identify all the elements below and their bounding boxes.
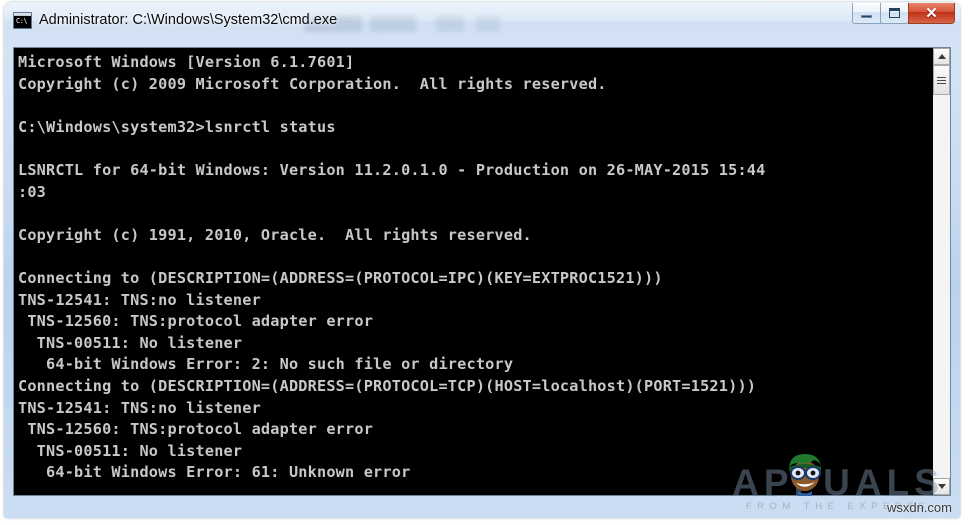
console-line: Copyright (c) 1991, 2010, Oracle. All ri… bbox=[18, 225, 532, 244]
watermark-site: wsxdn.com bbox=[886, 500, 952, 515]
console-client-area[interactable]: Microsoft Windows [Version 6.1.7601] Copy… bbox=[13, 47, 951, 496]
console-line: Copyright (c) 2009 Microsoft Corporation… bbox=[18, 74, 607, 93]
close-button[interactable]: ✕ bbox=[908, 3, 955, 24]
console-line: TNS-12560: TNS:protocol adapter error bbox=[18, 420, 374, 439]
console-output[interactable]: Microsoft Windows [Version 6.1.7601] Copy… bbox=[14, 48, 932, 495]
scrollbar-grip-icon bbox=[937, 76, 946, 84]
console-line: 64-bit Windows Error: 61: Unknown error bbox=[18, 463, 411, 482]
console-line: TNS-00511: No listener bbox=[18, 441, 243, 460]
console-line: TNS-00511: No listener bbox=[18, 333, 243, 352]
console-line: Connecting to (DESCRIPTION=(ADDRESS=(PRO… bbox=[18, 268, 663, 287]
cmd-icon-prompt-glyph: C:\ bbox=[16, 16, 28, 25]
scrollbar-down-button[interactable] bbox=[933, 478, 950, 495]
cmd-window: C:\ Administrator: C:\Windows\System32\c… bbox=[4, 2, 960, 518]
console-line: LSNRCTL for 64-bit Windows: Version 11.2… bbox=[18, 160, 766, 179]
minimize-button[interactable] bbox=[852, 3, 881, 24]
console-line: TNS-12541: TNS:no listener bbox=[18, 290, 261, 309]
scrollbar-thumb[interactable] bbox=[933, 65, 950, 95]
cmd-icon-titlebar bbox=[14, 12, 31, 16]
scrollbar-track[interactable] bbox=[933, 65, 950, 478]
console-line: 64-bit Windows Error: 2: No such file or… bbox=[18, 355, 514, 374]
scrollbar-up-button[interactable] bbox=[933, 48, 950, 65]
console-line: Microsoft Windows [Version 6.1.7601] bbox=[18, 53, 355, 71]
console-scrollbar[interactable] bbox=[932, 48, 950, 495]
console-line: TNS-12560: TNS:protocol adapter error bbox=[18, 312, 374, 331]
chevron-down-icon bbox=[937, 484, 946, 489]
console-line: Connecting to (DESCRIPTION=(ADDRESS=(PRO… bbox=[18, 376, 757, 395]
chevron-up-icon bbox=[937, 54, 946, 59]
console-line: :03 bbox=[18, 182, 47, 201]
minimize-icon bbox=[861, 14, 872, 18]
close-icon: ✕ bbox=[925, 4, 938, 22]
maximize-icon bbox=[889, 8, 900, 18]
window-title: Administrator: C:\Windows\System32\cmd.e… bbox=[39, 12, 338, 28]
titlebar[interactable]: C:\ Administrator: C:\Windows\System32\c… bbox=[4, 2, 960, 38]
watermark-tagline: FROM THE EXPERTS bbox=[745, 501, 931, 512]
maximize-button[interactable] bbox=[880, 3, 909, 24]
console-line: C:\Windows\system32>lsnrctl status bbox=[18, 117, 336, 136]
console-line: TNS-12541: TNS:no listener bbox=[18, 398, 261, 417]
window-controls: ✕ bbox=[852, 3, 955, 24]
cmd-icon[interactable]: C:\ bbox=[13, 11, 32, 29]
